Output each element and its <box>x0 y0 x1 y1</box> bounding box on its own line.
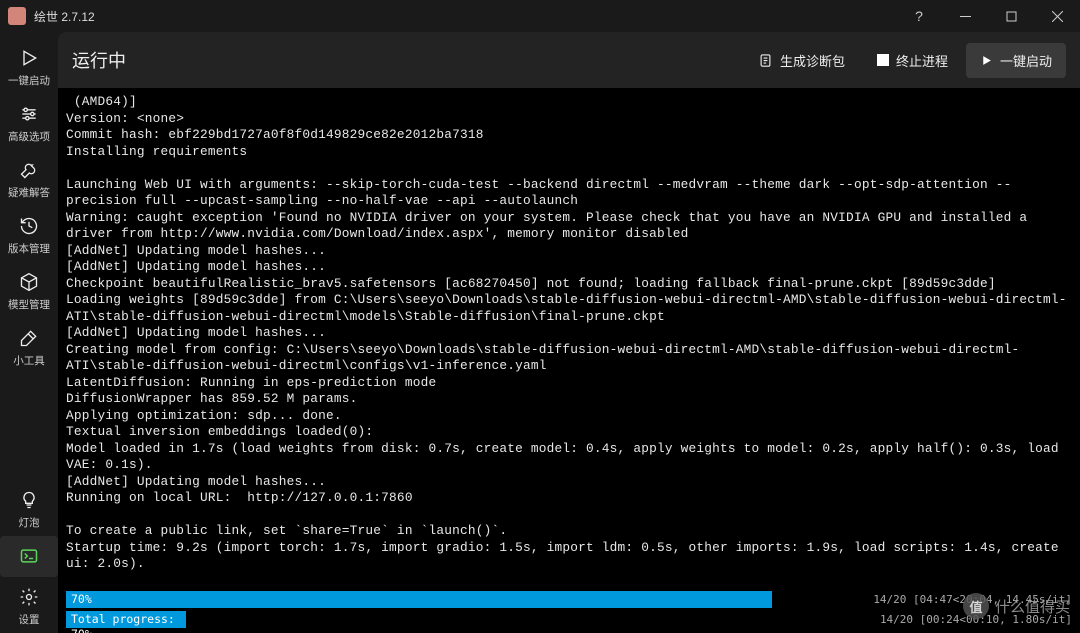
button-label: 一键启动 <box>1000 51 1052 70</box>
sidebar: 一键启动 高级选项 疑难解答 版本管理 模型管理 小工具 灯泡 <box>0 32 58 633</box>
stop-process-button[interactable]: 终止进程 <box>863 43 962 78</box>
sidebar-item-models[interactable]: 模型管理 <box>0 262 58 318</box>
stop-icon <box>877 54 889 66</box>
titlebar: 绘世 2.7.12 ? <box>0 0 1080 32</box>
watermark-text: 什么值得买 <box>995 596 1070 617</box>
page-title: 运行中 <box>72 47 740 73</box>
sidebar-item-versions[interactable]: 版本管理 <box>0 206 58 262</box>
watermark: 值 什么值得买 <box>963 593 1070 619</box>
progress-text: 70% <box>71 592 92 607</box>
generate-diagnostics-button[interactable]: 生成诊断包 <box>744 43 859 78</box>
sidebar-item-label: 一键启动 <box>8 73 50 88</box>
sidebar-item-label: 模型管理 <box>8 297 50 312</box>
content-panel: 运行中 生成诊断包 终止进程 一键启动 (AMD64)] Version: <n… <box>58 32 1080 633</box>
maximize-button[interactable] <box>988 0 1034 32</box>
sidebar-item-tools[interactable]: 小工具 <box>0 318 58 374</box>
content-header: 运行中 生成诊断包 终止进程 一键启动 <box>58 32 1080 88</box>
bulb-icon <box>17 488 41 512</box>
progress-bar-total: Total progress: 70% <box>66 611 186 628</box>
sidebar-item-label: 设置 <box>19 612 40 627</box>
sidebar-item-launch[interactable]: 一键启动 <box>0 38 58 94</box>
sidebar-item-settings[interactable]: 设置 <box>0 577 58 633</box>
one-click-launch-button[interactable]: 一键启动 <box>966 43 1066 78</box>
sidebar-item-terminal[interactable] <box>0 536 58 577</box>
help-button[interactable]: ? <box>896 0 942 32</box>
play-icon <box>980 54 993 67</box>
minimize-button[interactable] <box>942 0 988 32</box>
sidebar-item-label: 版本管理 <box>8 241 50 256</box>
play-icon <box>17 46 41 70</box>
app-icon <box>8 7 26 25</box>
sidebar-item-label: 高级选项 <box>8 129 50 144</box>
hammer-icon <box>17 326 41 350</box>
sidebar-item-label: 小工具 <box>13 353 45 368</box>
watermark-icon: 值 <box>963 593 989 619</box>
progress-area: 70% 14/20 [04:47<20:04, 14.45s/it] Total… <box>58 589 1080 633</box>
gear-icon <box>17 585 41 609</box>
terminal-icon <box>17 544 41 568</box>
button-label: 终止进程 <box>896 51 948 70</box>
document-icon <box>758 53 773 68</box>
sidebar-item-label: 灯泡 <box>19 515 40 530</box>
history-icon <box>17 214 41 238</box>
sidebar-item-troubleshoot[interactable]: 疑难解答 <box>0 150 58 206</box>
sidebar-item-advanced[interactable]: 高级选项 <box>0 94 58 150</box>
sliders-icon <box>17 102 41 126</box>
progress-bar-step: 70% <box>66 591 772 608</box>
close-button[interactable] <box>1034 0 1080 32</box>
app-title: 绘世 2.7.12 <box>34 8 896 25</box>
cube-icon <box>17 270 41 294</box>
progress-text: Total progress: 70% <box>71 612 185 633</box>
terminal-output[interactable]: (AMD64)] Version: <none> Commit hash: eb… <box>58 88 1080 589</box>
sidebar-item-label: 疑难解答 <box>8 185 50 200</box>
sidebar-item-bulb[interactable]: 灯泡 <box>0 480 58 536</box>
wrench-icon <box>17 158 41 182</box>
button-label: 生成诊断包 <box>780 51 845 70</box>
